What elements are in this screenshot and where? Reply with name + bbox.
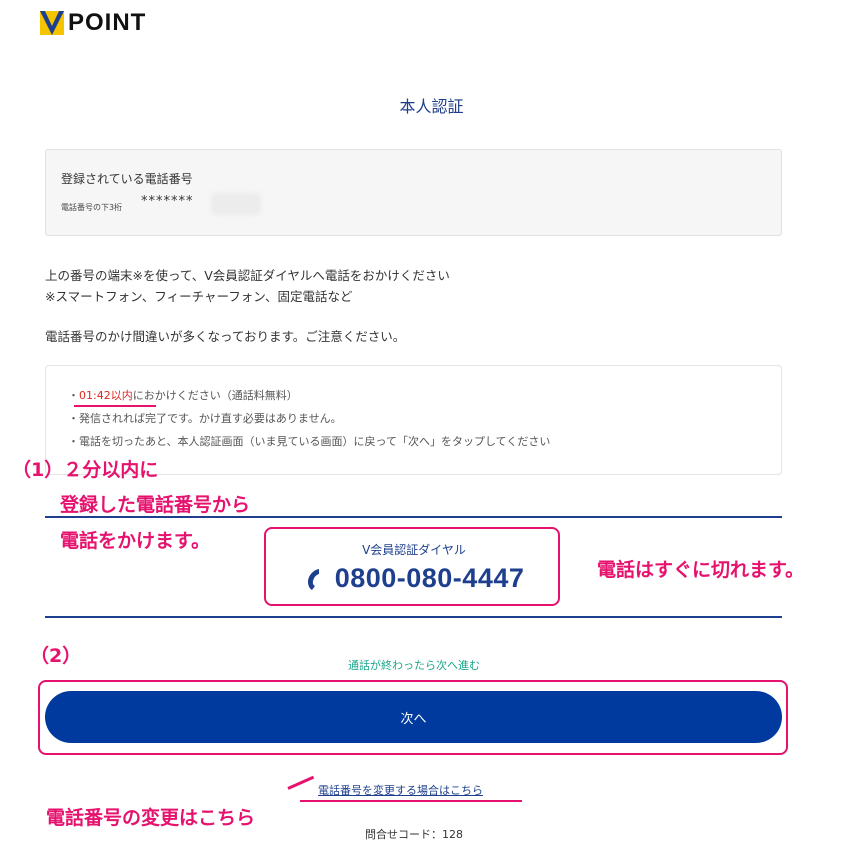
dial-phone-number[interactable]: 0800-080-4447 [335, 563, 525, 594]
call-timer: 01:42以内 [79, 389, 133, 402]
dial-label: V会員認証ダイヤル [362, 543, 466, 557]
notice-line-1: ・01:42以内におかけください（通話料無料） [68, 389, 298, 402]
registered-phone-heading: 登録されている電話番号 [61, 172, 193, 186]
instruction-line-3: 電話番号のかけ間違いが多くなっております。ご注意ください。 [45, 329, 406, 344]
annotation-step1-line3: 電話をかけます。 [60, 530, 211, 552]
next-button[interactable]: 次へ [45, 691, 782, 743]
annotation-step1-line1: （1）２分以内に [12, 459, 159, 481]
notice-line-2: ・発信されれば完了です。かけ直す必要はありません。 [68, 412, 342, 425]
phone-icon [307, 568, 319, 590]
annotation-hangup: 電話はすぐに切れます。 [597, 559, 805, 581]
v-point-logo: POINT [40, 9, 155, 37]
phone-last3-label: 電話番号の下3桁 [61, 203, 123, 212]
dial-section-top-divider [45, 516, 782, 518]
annotation-change-tick [287, 775, 315, 790]
instruction-line-2: ※スマートフォン、フィーチャーフォン、固定電話など [45, 289, 353, 304]
notice-line-3: ・電話を切ったあと、本人認証画面（いま見ている画面）に戻って「次へ」をタップして… [68, 435, 551, 448]
logo-text: POINT [68, 9, 147, 36]
change-link-highlight-underline [300, 800, 522, 802]
timer-highlight-underline [74, 405, 156, 407]
dial-highlight-frame: V会員認証ダイヤル 0800-080-4447 [264, 527, 560, 606]
page-title: 本人認証 [399, 97, 464, 116]
dial-section-bottom-divider [45, 616, 782, 618]
annotation-step1-line2: 登録した電話番号から [60, 494, 251, 516]
registered-phone-box: 登録されている電話番号 電話番号の下3桁 ******* [45, 149, 782, 236]
phone-last3-blurred [211, 193, 261, 215]
notice-timer-suffix: におかけください（通話料無料） [132, 389, 298, 402]
instruction-line-1: 上の番号の端末※を使って、V会員認証ダイヤルへ電話をおかけください [45, 268, 450, 283]
next-step-note: 通話が終わったら次へ進む [348, 659, 480, 672]
inquiry-code: 問合せコード：128 [365, 828, 463, 841]
change-phone-link[interactable]: 電話番号を変更する場合はこちら [318, 782, 483, 798]
v-point-logo-icon [40, 11, 64, 35]
dial-number-row[interactable]: 0800-080-4447 [266, 563, 562, 594]
phone-masked-number: ******* [141, 194, 194, 209]
